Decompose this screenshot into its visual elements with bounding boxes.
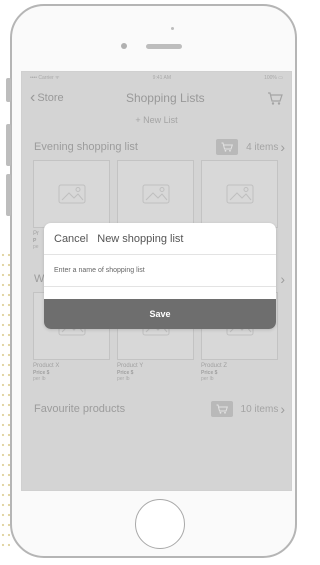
save-button[interactable]: Save [44, 299, 276, 329]
dotted-guide [0, 250, 10, 550]
home-button[interactable] [135, 499, 185, 549]
proximity-sensor [171, 27, 174, 30]
list-name-input[interactable]: Enter a name of shopping list [44, 255, 276, 287]
earpiece-speaker [146, 44, 182, 49]
new-list-dialog: Cancel New shopping list Enter a name of… [44, 223, 276, 329]
app-screen: •••• Carrier ᯤ 9:41 AM 100% ▭ ‹ Store Sh… [21, 71, 292, 491]
mute-switch [6, 78, 11, 102]
dialog-title: New shopping list [97, 232, 184, 245]
volume-down-button [6, 174, 11, 216]
front-camera [121, 43, 127, 49]
cancel-button[interactable]: Cancel [54, 233, 88, 245]
volume-up-button [6, 124, 11, 166]
dialog-header: Cancel New shopping list [44, 223, 276, 255]
